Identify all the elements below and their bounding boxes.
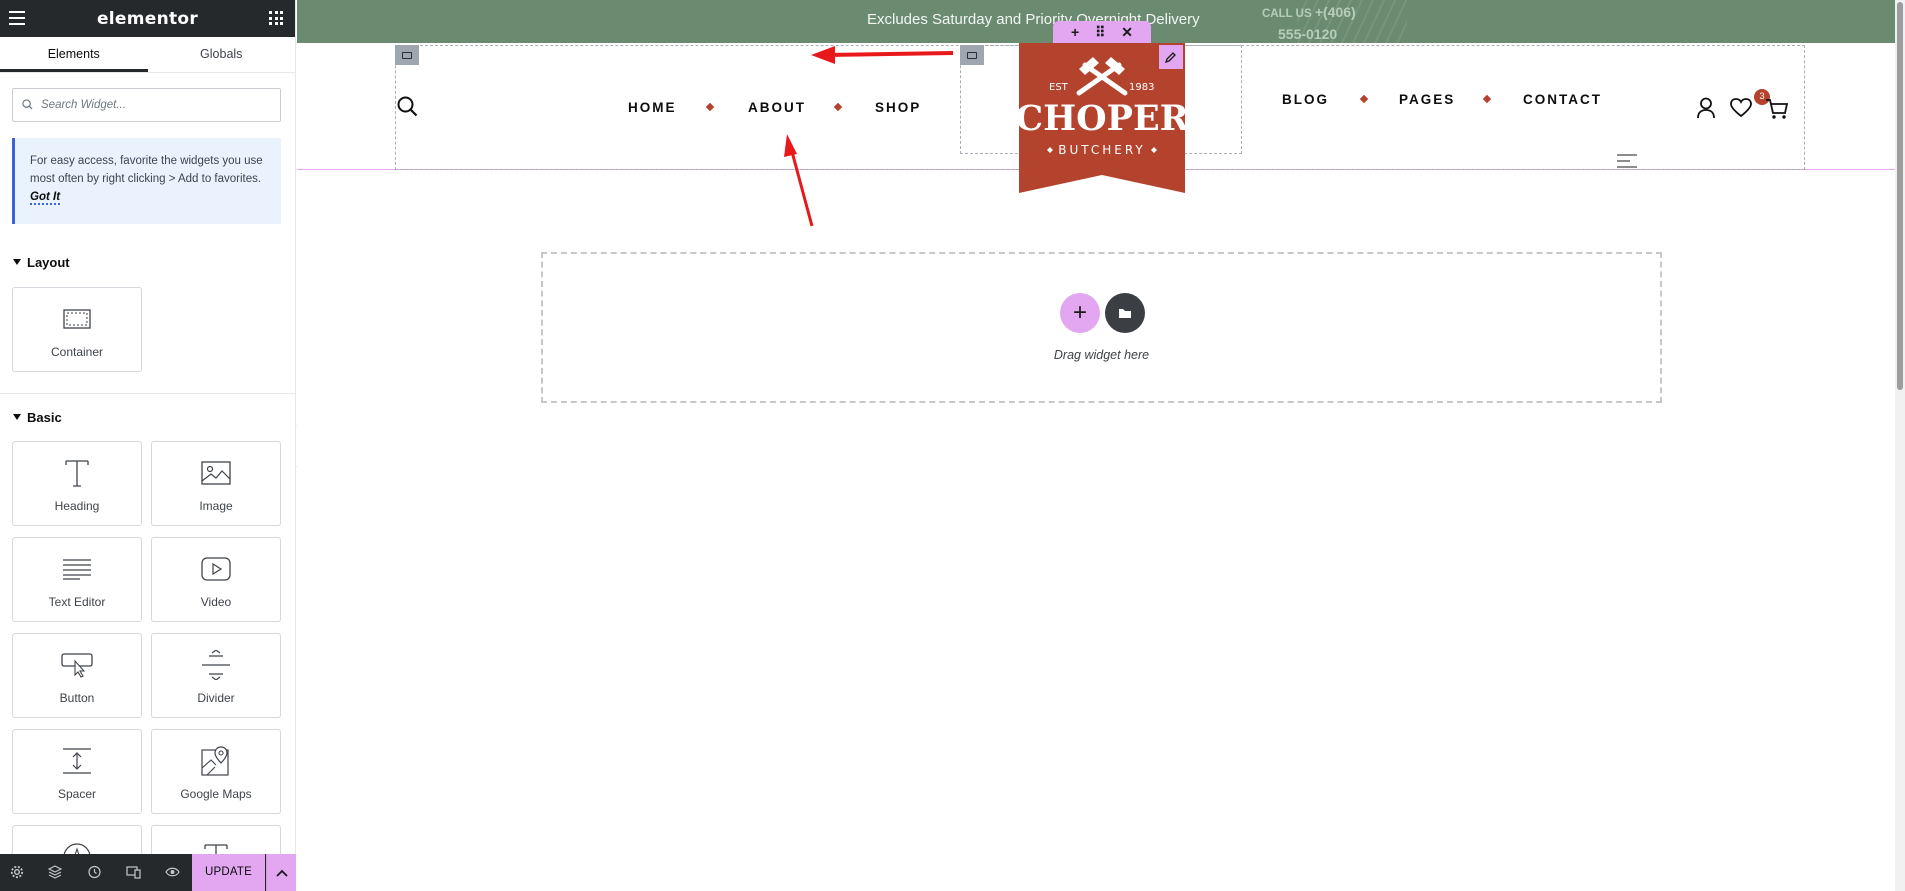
history-icon[interactable] bbox=[87, 865, 101, 879]
logo-year: 1983 bbox=[1129, 82, 1154, 93]
container-icon bbox=[13, 302, 141, 336]
update-options-button[interactable] bbox=[266, 854, 296, 891]
heading-icon bbox=[13, 456, 141, 490]
responsive-icon[interactable] bbox=[126, 865, 141, 879]
wishlist-heart-icon[interactable] bbox=[1730, 98, 1752, 118]
add-section-button[interactable]: + bbox=[1060, 293, 1100, 333]
section-layout-title: Layout bbox=[27, 255, 70, 270]
canvas-scrollbar[interactable] bbox=[1895, 0, 1905, 891]
widget-label: Button bbox=[59, 691, 95, 705]
widget-label: Container bbox=[50, 345, 104, 359]
got-it-link[interactable]: Got It bbox=[30, 191, 61, 205]
scrollbar-thumb[interactable] bbox=[1897, 2, 1903, 390]
google-maps-icon bbox=[152, 744, 280, 778]
widget-google-maps[interactable]: Google Maps bbox=[151, 729, 281, 814]
logo-name: CHOPER bbox=[1019, 98, 1185, 139]
section-layout-toggle[interactable]: Layout bbox=[13, 255, 70, 270]
empty-section-dropzone[interactable]: + Drag widget here bbox=[541, 252, 1662, 403]
apps-grid-icon[interactable] bbox=[269, 11, 283, 25]
nav-pages[interactable]: PAGES bbox=[1399, 92, 1455, 107]
widget-label: Heading bbox=[54, 499, 100, 513]
container-handle[interactable] bbox=[395, 45, 419, 65]
widget-label: Image bbox=[199, 499, 233, 513]
element-toolbar: + ⠿ ✕ bbox=[1053, 21, 1151, 43]
widget-heading[interactable]: Heading bbox=[12, 441, 142, 526]
delete-element-button[interactable]: ✕ bbox=[1121, 24, 1133, 41]
preview-icon[interactable] bbox=[165, 865, 180, 879]
nav-about[interactable]: ABOUT bbox=[748, 100, 806, 115]
widget-label: Divider bbox=[197, 691, 235, 705]
spacer-icon bbox=[13, 744, 141, 778]
favorites-tip: For easy access, favorite the widgets yo… bbox=[12, 138, 281, 224]
widget-text-editor[interactable]: Text Editor bbox=[12, 537, 142, 622]
widget-spacer[interactable]: Spacer bbox=[12, 729, 142, 814]
chevron-up-icon bbox=[275, 869, 288, 877]
widget-divider[interactable]: Divider bbox=[151, 633, 281, 718]
nav-contact[interactable]: CONTACT bbox=[1523, 92, 1602, 107]
text-editor-icon bbox=[13, 552, 141, 586]
nav-home[interactable]: HOME bbox=[628, 100, 677, 115]
section-basic-title: Basic bbox=[27, 410, 62, 425]
image-icon bbox=[152, 456, 280, 490]
tab-elements[interactable]: Elements bbox=[0, 37, 148, 72]
container-handle-icon bbox=[402, 51, 412, 59]
menu-lines-icon[interactable] bbox=[1616, 154, 1638, 168]
video-icon bbox=[152, 552, 280, 586]
call-us-number-part1: +(406) bbox=[1314, 4, 1356, 20]
template-library-button[interactable] bbox=[1105, 293, 1145, 333]
section-basic-toggle[interactable]: Basic bbox=[13, 410, 62, 425]
nav-blog[interactable]: BLOG bbox=[1282, 92, 1329, 107]
search-widget-input[interactable] bbox=[41, 89, 277, 121]
editor-canvas: Excludes Saturday and Priority Overnight… bbox=[297, 0, 1905, 891]
update-button[interactable]: UPDATE bbox=[192, 854, 265, 891]
call-us-label: CALL US bbox=[1262, 8, 1312, 20]
panel-footer: UPDATE bbox=[0, 854, 296, 891]
widget-label: Google Maps bbox=[180, 787, 252, 801]
logo-est: EST bbox=[1049, 82, 1069, 93]
settings-icon[interactable] bbox=[10, 865, 24, 879]
container-handle-icon bbox=[967, 51, 977, 59]
elementor-panel: elementor Elements Globals For easy acce… bbox=[0, 0, 296, 891]
logo-container-handle[interactable] bbox=[960, 45, 984, 65]
caret-down-icon bbox=[13, 414, 21, 420]
logo-tagline: BUTCHERY bbox=[1058, 143, 1146, 157]
button-icon bbox=[13, 648, 141, 682]
account-icon[interactable] bbox=[1696, 97, 1716, 119]
panel-header: elementor bbox=[0, 0, 295, 37]
panel-tabs: Elements Globals bbox=[0, 37, 295, 73]
widget-container[interactable]: Container bbox=[12, 287, 142, 372]
cart-icon[interactable] bbox=[1765, 98, 1789, 120]
nav-shop[interactable]: SHOP bbox=[875, 100, 921, 115]
search-icon[interactable] bbox=[397, 96, 418, 117]
folder-icon bbox=[1119, 309, 1131, 318]
drag-handle-button[interactable]: ⠿ bbox=[1095, 24, 1105, 41]
call-us-block: CALL US +(406) 555-0120 bbox=[1262, 2, 1402, 44]
widget-label: Text Editor bbox=[48, 595, 106, 609]
elementor-logo: elementor bbox=[96, 9, 199, 29]
section-divider bbox=[0, 393, 296, 394]
widget-video[interactable]: Video bbox=[151, 537, 281, 622]
pencil-icon bbox=[1165, 52, 1176, 63]
search-icon bbox=[22, 99, 33, 110]
widget-search bbox=[12, 88, 281, 122]
call-us-number-part2: 555-0120 bbox=[1278, 26, 1338, 42]
widget-button[interactable]: Button bbox=[12, 633, 142, 718]
edit-widget-button[interactable] bbox=[1159, 45, 1183, 69]
navigator-icon[interactable] bbox=[48, 865, 62, 879]
add-element-button[interactable]: + bbox=[1071, 24, 1079, 40]
divider-icon bbox=[152, 648, 280, 682]
caret-down-icon bbox=[13, 259, 21, 265]
tip-text: For easy access, favorite the widgets yo… bbox=[30, 155, 263, 185]
widget-label: Spacer bbox=[57, 787, 97, 801]
drag-widget-hint: Drag widget here bbox=[1053, 348, 1150, 362]
widget-label: Video bbox=[200, 595, 232, 609]
widget-image[interactable]: Image bbox=[151, 441, 281, 526]
tab-globals[interactable]: Globals bbox=[148, 37, 296, 72]
